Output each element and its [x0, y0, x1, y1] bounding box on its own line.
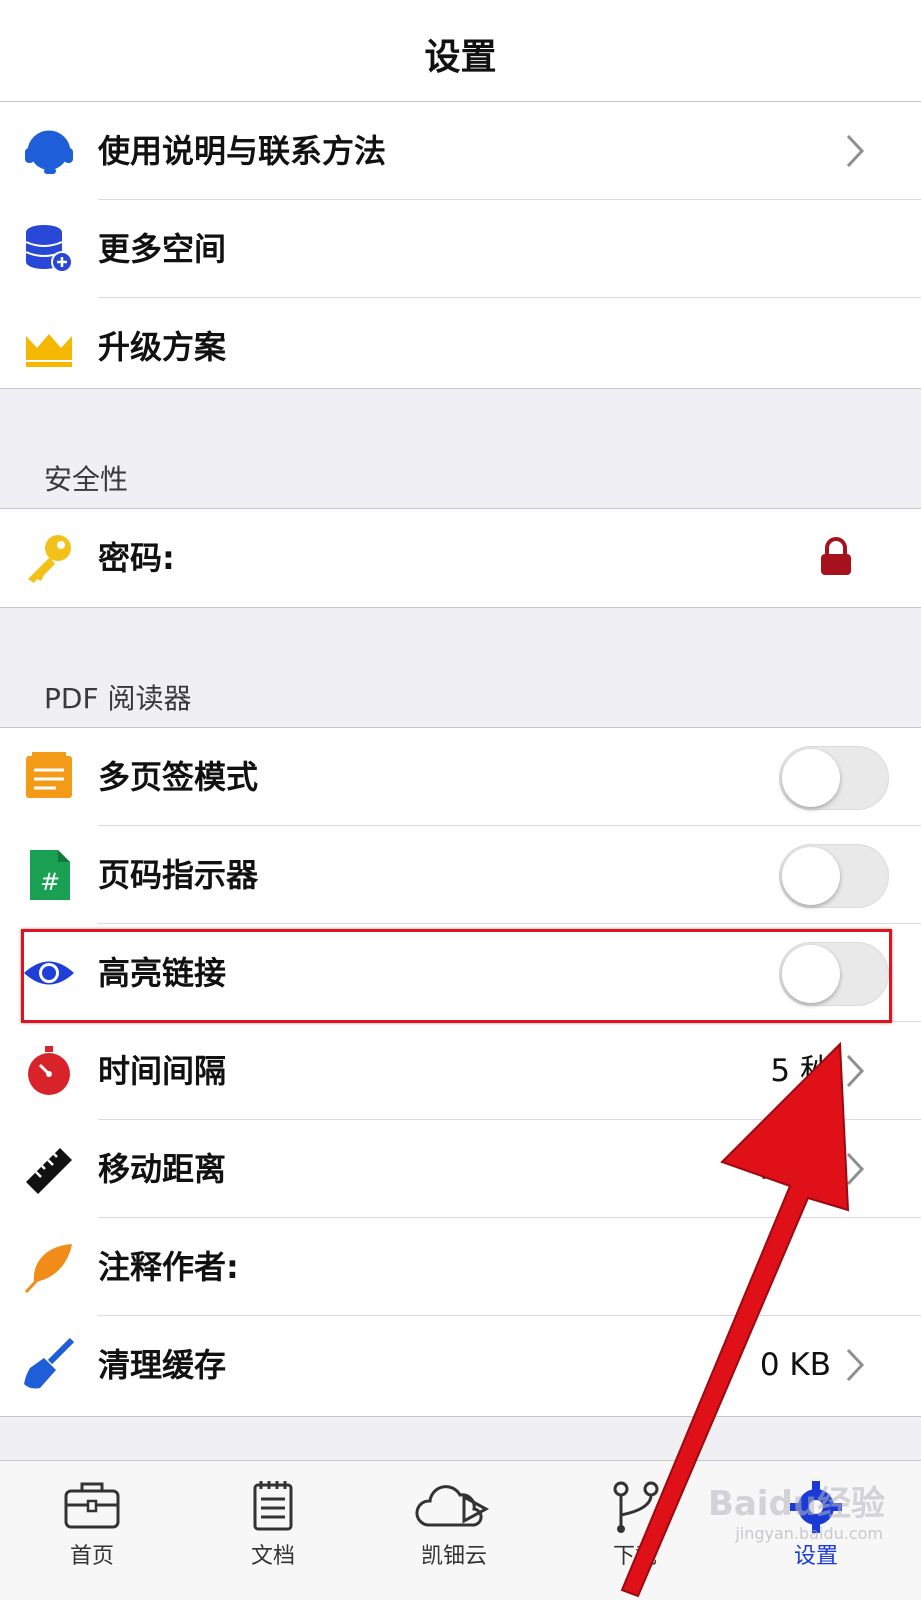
settings-row-move-distance[interactable]: 移动距离 40 点 — [0, 1120, 921, 1218]
stopwatch-icon — [28, 1046, 70, 1095]
crown-icon — [26, 334, 72, 367]
settings-row-upgrade[interactable]: 升级方案 — [0, 298, 921, 396]
toggle-knob — [782, 847, 840, 905]
page-title: 设置 — [424, 37, 497, 78]
settings-row-label: 使用说明与联系方法 — [98, 132, 387, 170]
section-header-pdf-reader: PDF 阅读器 — [44, 682, 192, 715]
cloud-icon — [415, 1485, 490, 1527]
briefcase-icon — [64, 1482, 120, 1529]
chevron-right-icon — [846, 134, 865, 168]
settings-row-annotation-author[interactable]: 注释作者: — [0, 1218, 921, 1316]
settings-row-help[interactable]: 使用说明与联系方法 — [0, 102, 921, 200]
toggle-knob — [782, 749, 840, 807]
svg-text:#: # — [40, 868, 60, 896]
settings-row-label: 移动距离 — [98, 1150, 227, 1188]
headset-icon — [25, 130, 73, 174]
settings-row-page-indicator: # 页码指示器 — [0, 826, 921, 924]
tabs-icon — [26, 752, 72, 798]
tab-label: 下载 — [612, 1544, 657, 1569]
time-interval-value: 5 秒 — [770, 1053, 831, 1089]
tab-cloud[interactable]: 凯钿云 — [362, 1461, 546, 1600]
broom-icon — [24, 1338, 75, 1389]
general-settings-group: 使用说明与联系方法 更多空间 升级方案 — [0, 101, 921, 389]
page-number-icon: # — [30, 850, 70, 900]
tab-documents[interactable]: 文档 — [181, 1461, 365, 1600]
settings-row-label: 密码: — [98, 539, 175, 577]
key-icon — [28, 535, 71, 583]
settings-row-label: 时间间隔 — [98, 1052, 227, 1090]
notepad-icon — [253, 1481, 293, 1531]
ruler-icon — [26, 1148, 72, 1194]
feather-icon — [24, 1244, 72, 1294]
navigation-bar: 设置 — [0, 0, 921, 102]
settings-row-label: 注释作者: — [98, 1248, 239, 1286]
tab-label: 凯钿云 — [420, 1544, 487, 1569]
page-indicator-toggle[interactable] — [779, 844, 889, 908]
settings-row-more-space[interactable]: 更多空间 — [0, 200, 921, 298]
security-group: 密码: — [0, 508, 921, 608]
settings-row-label: 页码指示器 — [98, 856, 259, 894]
settings-row-label: 升级方案 — [98, 328, 227, 366]
chevron-right-icon — [846, 1054, 865, 1088]
watermark-logo: Baidu经验 — [707, 1484, 885, 1524]
chevron-right-icon — [846, 1152, 865, 1186]
download-branch-icon — [613, 1481, 659, 1533]
lock-icon — [821, 537, 851, 575]
watermark-url: jingyan.baidu.com — [735, 1524, 883, 1543]
database-add-icon — [25, 225, 73, 273]
tab-home[interactable]: 首页 — [0, 1461, 184, 1600]
tab-download[interactable]: 下载 — [543, 1461, 727, 1600]
section-header-security: 安全性 — [44, 463, 129, 496]
settings-row-label: 多页签模式 — [98, 758, 259, 796]
tab-label: 文档 — [250, 1544, 295, 1569]
clear-cache-value: 0 KB — [759, 1347, 831, 1383]
settings-row-clear-cache[interactable]: 清理缓存 0 KB — [0, 1316, 921, 1414]
chevron-right-icon — [846, 1348, 865, 1382]
settings-row-password[interactable]: 密码: — [0, 509, 921, 607]
settings-row-label: 更多空间 — [98, 230, 227, 268]
multi-tab-toggle[interactable] — [779, 746, 889, 810]
pdf-reader-group: 多页签模式 # 页码指示器 高亮链接 时间间隔 5 秒 移动距离 40 点 注释… — [0, 727, 921, 1417]
settings-row-time-interval[interactable]: 时间间隔 5 秒 — [0, 1022, 921, 1120]
move-distance-value: 40 点 — [750, 1151, 831, 1187]
settings-row-multi-tab: 多页签模式 — [0, 728, 921, 826]
annotation-highlight-box — [21, 929, 892, 1023]
settings-row-label: 清理缓存 — [98, 1346, 227, 1384]
tab-label: 首页 — [69, 1544, 114, 1569]
